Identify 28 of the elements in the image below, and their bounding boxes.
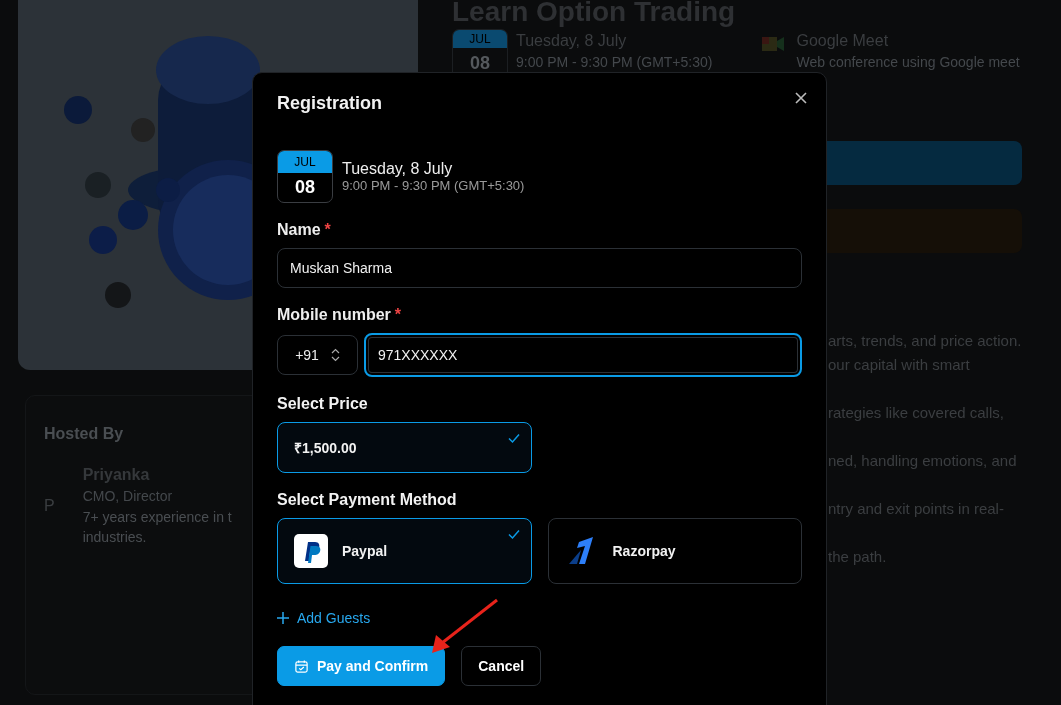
required-mark: * xyxy=(324,221,331,239)
paypal-logo-icon xyxy=(294,534,328,568)
date-badge: JUL 08 xyxy=(277,150,333,203)
required-mark: * xyxy=(394,306,401,324)
price-option[interactable]: ₹1,500.00 xyxy=(277,422,532,473)
field-label: Name xyxy=(277,221,321,239)
add-guests-link[interactable]: Add Guests xyxy=(277,610,371,626)
mobile-field[interactable]: 971XXXXXX xyxy=(364,333,802,377)
name-field[interactable]: Muskan Sharma xyxy=(277,248,802,288)
payment-option[interactable]: Razorpay xyxy=(547,518,802,584)
host-bio: 7+ years experience in t xyxy=(82,507,232,527)
country-code-select[interactable]: +91 xyxy=(277,335,358,375)
dialog-title: Registration xyxy=(277,93,383,114)
plus-icon xyxy=(277,612,289,624)
host-role: CMO, Director xyxy=(82,487,174,507)
cancel-button[interactable]: Cancel xyxy=(461,646,542,686)
event-date: Tuesday, 8 July xyxy=(342,160,454,178)
field-label: Mobile number xyxy=(277,306,391,324)
host-bio: industries. xyxy=(82,527,148,547)
event-time: 9:00 PM - 9:30 PM (GMT+5:30) xyxy=(516,53,713,73)
host-heading: Hosted By xyxy=(44,424,125,444)
location-detail: Web conference using Google meet xyxy=(796,53,1020,73)
event-time: 9:00 PM - 9:30 PM (GMT+5:30) xyxy=(342,178,525,193)
chevrons-icon xyxy=(330,348,340,362)
payment-option[interactable]: Paypal xyxy=(277,518,532,584)
calendar-icon xyxy=(294,658,309,674)
section-label: Select Payment Method xyxy=(277,491,458,509)
section-label: Select Price xyxy=(277,395,369,413)
